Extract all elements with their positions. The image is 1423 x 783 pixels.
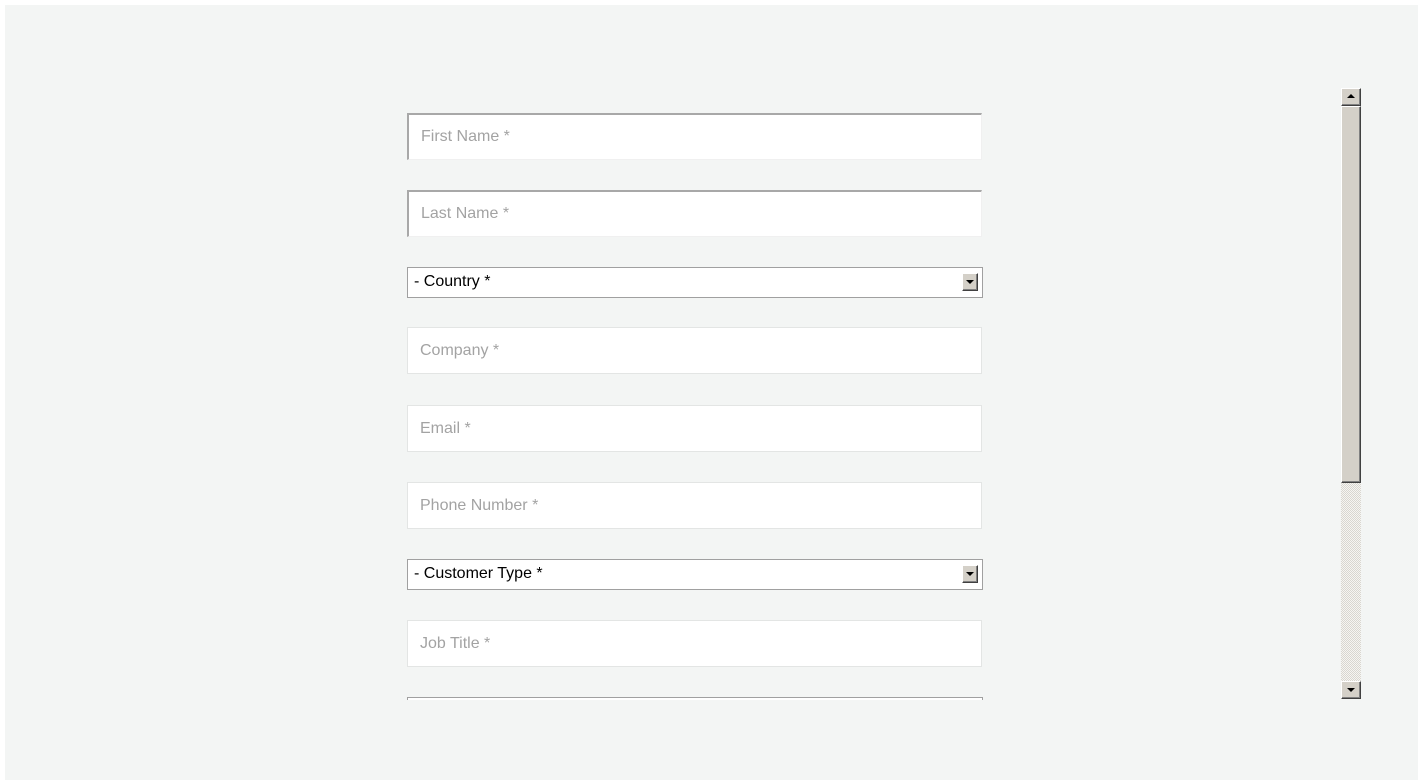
country-select[interactable]: - Country * xyxy=(407,267,983,298)
vertical-scrollbar[interactable] xyxy=(1341,88,1361,699)
scroll-down-arrow-icon[interactable] xyxy=(1341,681,1361,699)
chevron-down-icon[interactable] xyxy=(962,565,978,583)
phone-number-field[interactable] xyxy=(407,482,982,529)
next-select-partial[interactable] xyxy=(407,697,983,700)
email-field[interactable] xyxy=(407,405,982,452)
job-title-field[interactable] xyxy=(407,620,982,667)
scroll-up-arrow-icon[interactable] xyxy=(1341,88,1361,106)
scrollbar-thumb[interactable] xyxy=(1341,106,1361,483)
company-field[interactable] xyxy=(407,327,982,374)
customer-type-select[interactable]: - Customer Type * xyxy=(407,559,983,590)
contact-form: - Country * - Customer Type * xyxy=(407,107,989,700)
first-name-field[interactable] xyxy=(407,113,982,160)
chevron-down-icon[interactable] xyxy=(962,273,978,291)
country-select-value: - Country * xyxy=(414,273,491,290)
last-name-field[interactable] xyxy=(407,190,982,237)
customer-type-select-value: - Customer Type * xyxy=(414,565,543,582)
